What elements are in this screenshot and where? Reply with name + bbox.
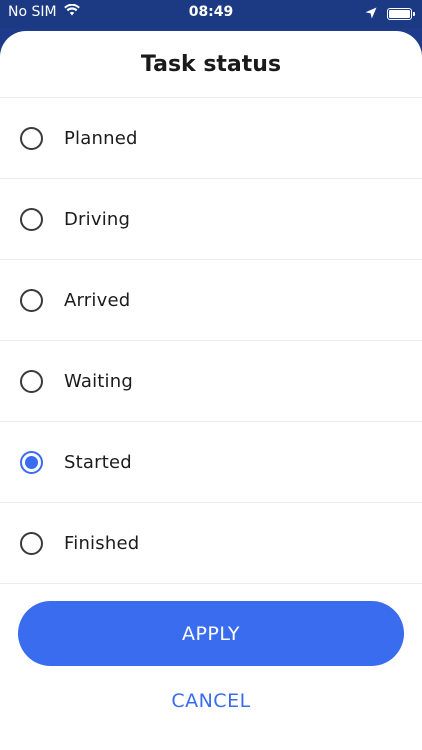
radio-unselected-icon[interactable] [20,288,43,312]
option-arrived[interactable]: Arrived [0,260,422,341]
status-bar: No SIM 08:49 [0,0,422,28]
battery-icon [387,7,415,20]
status-option-list: Planned Driving Arrived Waiting Started … [0,98,422,584]
option-started[interactable]: Started [0,422,422,503]
cancel-button[interactable]: CANCEL [0,681,422,721]
option-label: Finished [64,532,140,554]
option-label: Driving [64,208,131,230]
task-status-sheet: Task status Planned Driving Arrived Wait… [0,31,422,750]
location-arrow-icon [365,4,377,23]
clock: 08:49 [188,4,234,20]
option-label: Planned [64,127,138,149]
radio-unselected-icon[interactable] [20,207,43,231]
option-label: Arrived [64,289,131,311]
radio-unselected-icon[interactable] [20,126,43,150]
radio-unselected-icon[interactable] [20,369,43,393]
option-label: Waiting [64,370,133,392]
radio-unselected-icon[interactable] [20,531,43,555]
apply-button[interactable]: APPLY [18,601,404,666]
option-driving[interactable]: Driving [0,179,422,260]
sheet-title: Task status [0,31,422,98]
option-planned[interactable]: Planned [0,98,422,179]
option-label: Started [64,451,132,473]
option-waiting[interactable]: Waiting [0,341,422,422]
radio-selected-icon[interactable] [20,450,43,474]
status-right [365,4,415,23]
option-finished[interactable]: Finished [0,503,422,584]
